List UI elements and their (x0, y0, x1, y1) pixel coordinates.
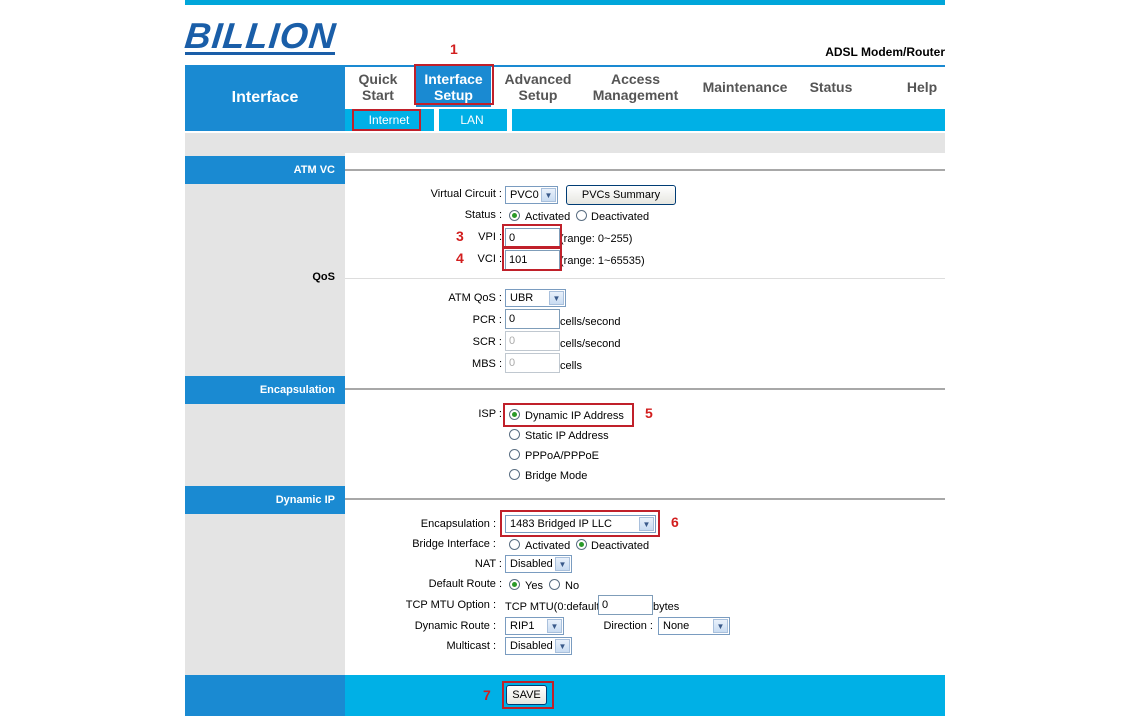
chevron-down-icon: ▼ (549, 291, 564, 305)
isp-bridge-radio[interactable] (509, 469, 520, 480)
logo-underline (185, 52, 335, 55)
default-route-no-radio[interactable] (549, 579, 560, 590)
vpi-label: VPI : (478, 231, 502, 243)
default-route-yes-radio[interactable] (509, 579, 520, 590)
bridge-deactivated-label: Deactivated (591, 540, 650, 552)
atm-qos-label: ATM QoS : (448, 292, 502, 304)
status-deactivated-label: Deactivated (591, 211, 650, 223)
status-deactivated-radio[interactable] (576, 210, 587, 221)
tcp-mtu-input[interactable]: 0 (598, 595, 653, 615)
nav-section-title: Interface (185, 65, 345, 131)
callout-box-1 (414, 64, 494, 105)
vci-range: (range: 1~65535) (560, 255, 645, 267)
footer-left-bar (185, 675, 345, 716)
scr-label: SCR : (472, 336, 502, 348)
callout-number-3: 3 (456, 228, 464, 244)
mbs-input[interactable]: 0 (505, 353, 560, 373)
callout-box-4 (502, 247, 562, 271)
gray-spacer-bar (185, 133, 945, 153)
virtual-circuit-select[interactable]: PVC0 ▼ (505, 186, 558, 204)
subnav-separator (507, 109, 512, 131)
isp-label: ISP : (478, 408, 502, 420)
chevron-down-icon: ▼ (555, 639, 570, 653)
top-accent-bar (185, 0, 945, 5)
bridge-interface-label: Bridge Interface : (412, 538, 496, 550)
status-activated-radio[interactable] (509, 210, 520, 221)
nat-label: NAT : (474, 558, 502, 570)
tcp-mtu-label: TCP MTU Option : (405, 599, 496, 611)
callout-box-7 (502, 681, 554, 709)
direction-select[interactable]: None ▼ (658, 617, 730, 635)
qos-divider (345, 278, 945, 279)
default-route-yes-label: Yes (525, 580, 543, 592)
section-dynamic-ip: Dynamic IP (185, 486, 345, 514)
subnav-lan[interactable]: LAN (442, 109, 502, 131)
scr-input[interactable]: 0 (505, 331, 560, 351)
bridge-activated-label: Activated (525, 540, 571, 552)
chevron-down-icon: ▼ (547, 619, 562, 633)
multicast-label: Multicast : (446, 640, 496, 652)
atm-qos-select[interactable]: UBR ▼ (505, 289, 566, 307)
callout-box-3 (502, 224, 562, 248)
section-divider (345, 169, 945, 171)
section-divider (345, 498, 945, 500)
nav-advanced-setup[interactable]: Advanced Setup (499, 67, 577, 107)
bridge-deactivated-radio[interactable] (576, 539, 587, 550)
mbs-unit: cells (560, 360, 583, 372)
chevron-down-icon: ▼ (713, 619, 728, 633)
vpi-range: (range: 0~255) (560, 233, 633, 245)
section-qos: QoS (312, 271, 335, 283)
isp-pppoe-radio[interactable] (509, 449, 520, 460)
isp-static-label: Static IP Address (525, 430, 609, 442)
nat-select[interactable]: Disabled ▼ (505, 555, 572, 573)
pcr-label: PCR : (472, 314, 502, 326)
callout-number-1: 1 (450, 41, 458, 57)
left-label-column (185, 153, 345, 675)
dynamic-route-label: Dynamic Route : (414, 620, 496, 632)
nav-maintenance[interactable]: Maintenance (700, 67, 790, 107)
tcp-mtu-text: TCP MTU(0:default) (505, 601, 604, 613)
mbs-label: MBS : (472, 358, 502, 370)
nav-access-management[interactable]: Access Management (588, 67, 683, 107)
section-encapsulation: Encapsulation (185, 376, 345, 404)
encapsulation-label: Encapsulation : (420, 518, 496, 530)
nav-status[interactable]: Status (805, 67, 857, 107)
chevron-down-icon: ▼ (555, 557, 570, 571)
pvcs-summary-button[interactable]: PVCs Summary (566, 185, 676, 205)
scr-unit: cells/second (560, 338, 621, 350)
callout-number-6: 6 (671, 514, 679, 530)
default-route-label: Default Route : (428, 578, 502, 590)
dynamic-route-select[interactable]: RIP1 ▼ (505, 617, 564, 635)
tcp-mtu-unit: bytes (653, 601, 680, 613)
callout-box-6 (500, 510, 660, 537)
section-divider (345, 388, 945, 390)
pcr-unit: cells/second (560, 316, 621, 328)
direction-label: Direction : (603, 620, 653, 632)
multicast-select[interactable]: Disabled ▼ (505, 637, 572, 655)
chevron-down-icon: ▼ (541, 188, 556, 202)
default-route-no-label: No (565, 580, 580, 592)
subnav-separator (434, 109, 439, 131)
billion-logo: BILLION (182, 15, 339, 56)
callout-box-2 (352, 109, 421, 131)
bridge-activated-radio[interactable] (509, 539, 520, 550)
vci-label: VCI : (477, 253, 502, 265)
callout-number-5: 5 (645, 405, 653, 421)
product-name: ADSL Modem/Router (825, 45, 945, 59)
status-label: Status : (464, 209, 502, 221)
callout-number-7: 7 (483, 687, 491, 703)
section-atm-vc: ATM VC (185, 156, 345, 184)
isp-bridge-label: Bridge Mode (525, 470, 588, 482)
footer-main-bar (345, 675, 945, 716)
nav-help[interactable]: Help (900, 67, 944, 107)
callout-number-4: 4 (456, 250, 464, 266)
isp-static-radio[interactable] (509, 429, 520, 440)
virtual-circuit-label: Virtual Circuit : (430, 188, 502, 200)
status-activated-label: Activated (525, 211, 571, 223)
callout-box-5 (503, 403, 634, 427)
isp-pppoe-label: PPPoA/PPPoE (525, 450, 599, 462)
pcr-input[interactable]: 0 (505, 309, 560, 329)
nav-quick-start[interactable]: Quick Start (350, 67, 406, 107)
